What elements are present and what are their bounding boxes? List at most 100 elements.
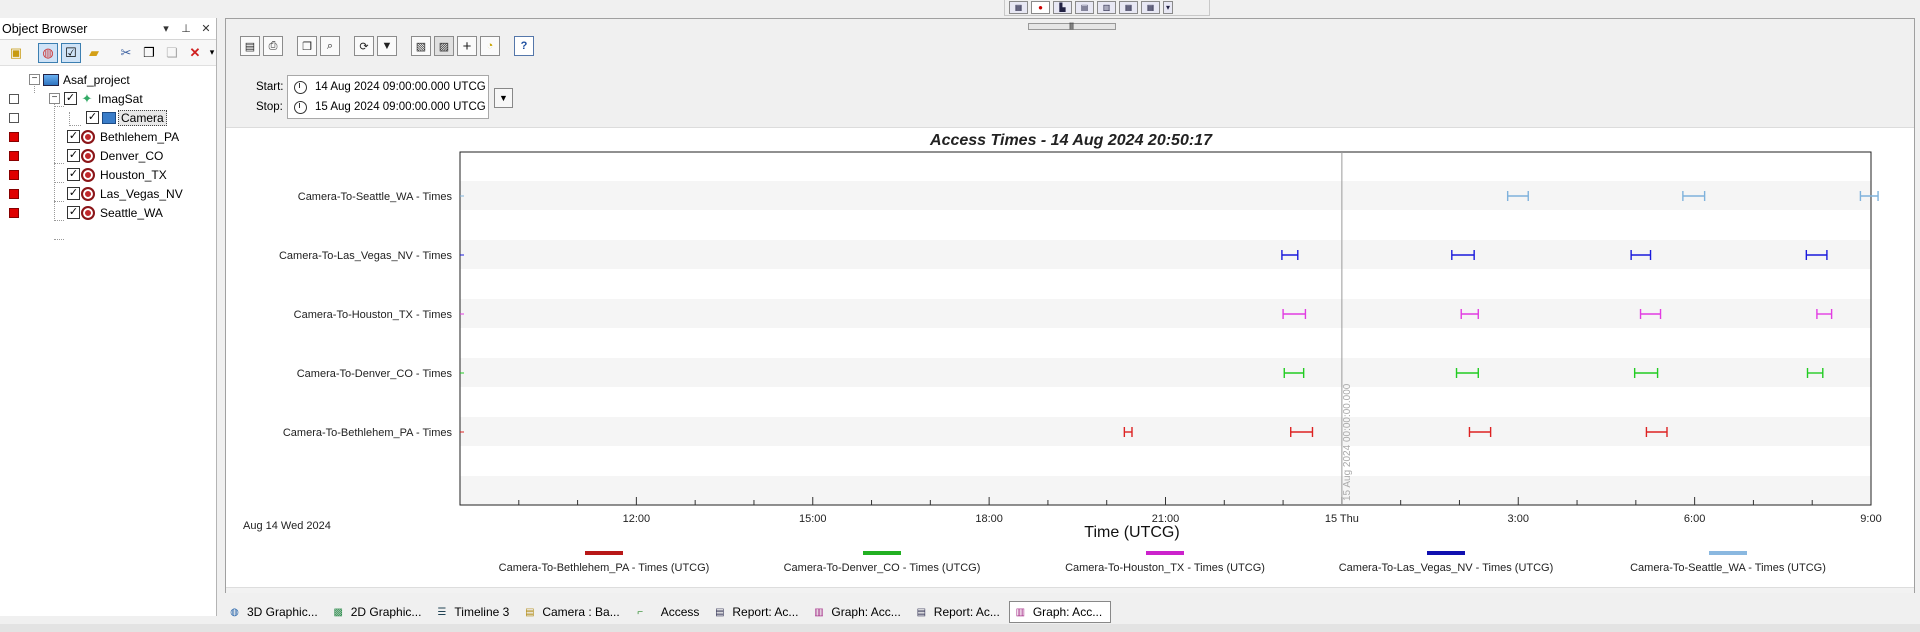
- sensor-icon: [101, 110, 117, 126]
- series-label: Camera-To-Bethlehem_PA - Times: [283, 427, 453, 439]
- crosshair-icon[interactable]: +: [457, 36, 477, 56]
- visibility-checkbox[interactable]: ✓: [67, 187, 80, 200]
- close-icon[interactable]: ✕: [196, 22, 216, 35]
- visibility-checkbox[interactable]: ✓: [67, 149, 80, 162]
- visibility-checkbox[interactable]: ✓: [67, 168, 80, 181]
- copy-icon[interactable]: ❐: [297, 36, 317, 56]
- visibility-checkbox[interactable]: ✓: [64, 92, 77, 105]
- tree-item-seattle-wa[interactable]: ✓ Seattle_WA: [0, 203, 216, 222]
- paste-icon[interactable]: ❏: [162, 43, 182, 63]
- animation-time-icon[interactable]: ◔: [480, 36, 500, 56]
- properties-icon[interactable]: ▣: [6, 43, 26, 63]
- target-icon: [80, 129, 96, 145]
- copy-icon[interactable]: ❐: [139, 43, 159, 63]
- target-icon: [80, 167, 96, 183]
- status-indicator[interactable]: [9, 131, 19, 142]
- visibility-checkbox[interactable]: ✓: [67, 206, 80, 219]
- satellite-tool-icon[interactable]: ▦: [1009, 1, 1028, 14]
- export-icon[interactable]: ▼: [377, 36, 397, 56]
- report-icon: ▤: [715, 606, 725, 618]
- date-label: Aug 14 Wed 2024: [243, 520, 331, 532]
- toolbar-overflow-icon[interactable]: ▾: [208, 43, 216, 63]
- print-icon[interactable]: ⎙: [263, 36, 283, 56]
- cut-icon[interactable]: ✂: [116, 43, 136, 63]
- tab-timeline[interactable]: ☰ Timeline 3: [430, 601, 518, 623]
- status-indicator[interactable]: [9, 150, 19, 161]
- visibility-checkbox[interactable]: ✓: [86, 111, 99, 124]
- tree-item-imagsat[interactable]: − ✓ ✦ ImagSat: [0, 89, 216, 108]
- toolbar-overflow-icon[interactable]: ▾: [1163, 1, 1173, 14]
- tab-graph-access-1[interactable]: ▥ Graph: Acc...: [807, 601, 909, 623]
- new-folder-icon[interactable]: ▰: [84, 43, 104, 63]
- report-icon: ▤: [525, 606, 535, 618]
- graph-toolbar: ▤ ⎙ ❐ ⌕ ⟳ ▼ ▧ ▨ + ◔ ?: [240, 36, 534, 56]
- refresh-icon[interactable]: ⟳: [354, 36, 374, 56]
- time-period-dropdown-button[interactable]: ▼: [494, 88, 513, 108]
- chart-tool-icon[interactable]: ▙: [1053, 1, 1072, 14]
- tab-3d-graphics[interactable]: ◍ 3D Graphic...: [223, 601, 327, 623]
- status-indicator[interactable]: [9, 188, 19, 199]
- status-indicator[interactable]: [9, 207, 19, 218]
- x-tick-label: 12:00: [623, 513, 651, 525]
- checkbox-toggle-icon[interactable]: ☑: [61, 42, 81, 63]
- status-indicator[interactable]: [9, 112, 19, 123]
- tab-access[interactable]: ⌐ Access: [629, 601, 709, 623]
- time-period-box[interactable]: 14 Aug 2024 09:00:00.000 UTCG 15 Aug 202…: [287, 75, 489, 119]
- toolbar-grip[interactable]: |||||: [1028, 23, 1116, 30]
- stop-time-row[interactable]: 15 Aug 2024 09:00:00.000 UTCG: [294, 97, 486, 117]
- collapse-icon[interactable]: −: [29, 74, 40, 85]
- tree-item-bethlehem-pa[interactable]: ✓ Bethlehem_PA: [0, 127, 216, 146]
- stop-label: Stop:: [256, 101, 283, 113]
- tree-item-houston-tx[interactable]: ✓ Houston_TX: [0, 165, 216, 184]
- status-indicator[interactable]: [9, 93, 19, 104]
- tree-item-asaf-project[interactable]: − Asaf_project: [0, 70, 216, 89]
- map-icon: ▩: [333, 606, 343, 618]
- tree-item-label: ImagSat: [98, 91, 143, 106]
- start-label: Start:: [256, 81, 284, 93]
- pin-icon[interactable]: ⊥: [176, 22, 196, 35]
- graph-tool-icon[interactable]: ▥: [1097, 1, 1116, 14]
- plot-band: [460, 358, 1871, 387]
- zoom-icon[interactable]: ⌕: [320, 36, 340, 56]
- object-browser-title: Object Browser: [2, 21, 88, 36]
- tree-item-camera[interactable]: ✓ Camera: [0, 108, 216, 127]
- tab-label: 2D Graphic...: [350, 605, 422, 619]
- tab-label: 3D Graphic...: [247, 605, 318, 619]
- tab-report-access-1[interactable]: ▤ Report: Ac...: [708, 601, 807, 623]
- delete-icon[interactable]: ✕: [185, 43, 205, 63]
- stopwatch-icon: [294, 80, 307, 94]
- legend-swatch: [1709, 551, 1747, 555]
- report-tool-icon[interactable]: ▤: [1075, 1, 1094, 14]
- horizontal-scrollbar[interactable]: [226, 587, 1914, 593]
- window-tab-bar: ◍ 3D Graphic... ▩ 2D Graphic... ☰ Timeline …: [223, 600, 1920, 624]
- grid-tool-icon[interactable]: ▦: [1141, 1, 1160, 14]
- visibility-checkbox[interactable]: ✓: [67, 130, 80, 143]
- tree-item-las-vegas-nv[interactable]: ✓ Las_Vegas_NV: [0, 184, 216, 203]
- start-time-row[interactable]: 14 Aug 2024 09:00:00.000 UTCG: [294, 77, 486, 97]
- x-tick-label: 6:00: [1684, 513, 1705, 525]
- graph-properties-icon[interactable]: ▧: [411, 36, 431, 56]
- access-icon: ⌐: [637, 606, 644, 618]
- tab-camera-basic[interactable]: ▤ Camera : Ba...: [518, 601, 628, 623]
- record-icon[interactable]: ●: [1031, 1, 1050, 14]
- table-tool-icon[interactable]: ▦: [1119, 1, 1138, 14]
- color-wheel-icon[interactable]: ◍: [38, 42, 58, 63]
- collapse-icon[interactable]: −: [49, 93, 60, 104]
- graph-style-icon[interactable]: ▨: [434, 36, 454, 56]
- object-tree: − Asaf_project − ✓ ✦ ImagSat ✓ Camera ✓ …: [0, 66, 216, 240]
- tab-2d-graphics[interactable]: ▩ 2D Graphic...: [327, 601, 431, 623]
- save-icon[interactable]: ▤: [240, 36, 260, 56]
- status-indicator[interactable]: [9, 169, 19, 180]
- timeline-icon: ☰: [437, 606, 447, 618]
- help-icon[interactable]: ?: [514, 36, 534, 56]
- legend-swatch: [863, 551, 901, 555]
- tree-item-denver-co[interactable]: ✓ Denver_CO: [0, 146, 216, 165]
- panel-menu-icon[interactable]: ▾: [156, 22, 176, 35]
- tab-graph-access-2[interactable]: ▥ Graph: Acc...: [1008, 601, 1112, 623]
- x-axis-title: Time (UTCG): [1084, 524, 1179, 541]
- start-time-value: 14 Aug 2024 09:00:00.000 UTCG: [315, 81, 486, 93]
- tab-label: Graph: Acc...: [1032, 605, 1103, 619]
- tab-report-access-2[interactable]: ▤ Report: Ac...: [910, 601, 1009, 623]
- stopwatch-icon: [294, 100, 307, 114]
- legend-swatch: [585, 551, 623, 555]
